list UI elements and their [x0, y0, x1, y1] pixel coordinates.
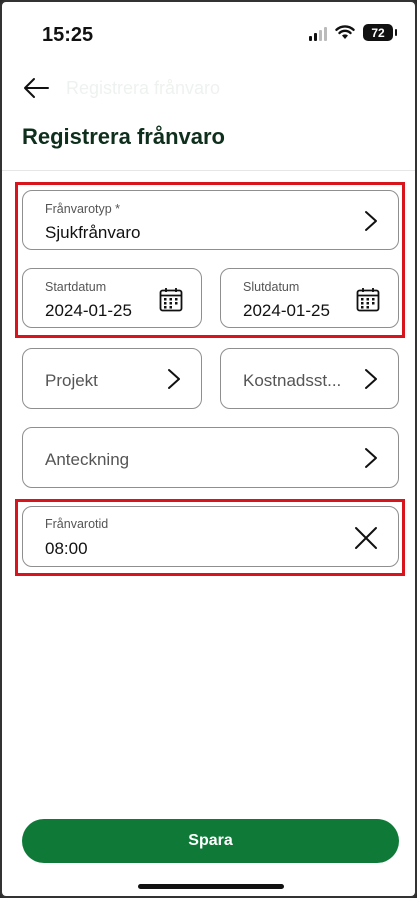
absence-time-label: Frånvarotid: [45, 517, 109, 531]
close-icon[interactable]: [354, 526, 378, 550]
wifi-icon: [335, 25, 355, 39]
start-date-label: Startdatum: [45, 280, 107, 294]
chevron-right-icon: [365, 211, 377, 231]
note-field[interactable]: Anteckning: [22, 427, 399, 488]
header-divider: [2, 170, 415, 171]
chevron-right-icon: [365, 369, 377, 389]
note-placeholder: Anteckning: [45, 450, 130, 469]
arrow-left-icon[interactable]: [22, 74, 50, 102]
calendar-icon[interactable]: [159, 287, 183, 312]
status-bar: 15:25 72: [2, 2, 415, 62]
chevron-right-icon: [365, 448, 377, 468]
calendar-icon[interactable]: [356, 287, 380, 312]
absence-time-field[interactable]: Frånvarotid 08:00: [22, 506, 399, 567]
project-placeholder: Projekt: [45, 371, 98, 390]
absence-type-label: Frånvarotyp *: [45, 202, 121, 216]
end-date-field[interactable]: Slutdatum 2024-01-25: [220, 268, 399, 328]
end-date-value: 2024-01-25: [243, 301, 330, 320]
status-icons: 72: [309, 24, 397, 41]
absence-type-value: Sjukfrånvaro: [45, 223, 141, 242]
signal-icon: [309, 25, 327, 41]
page-title: Registrera frånvaro: [22, 124, 225, 149]
nav-title: Registrera frånvaro: [66, 78, 221, 98]
cost-center-field[interactable]: Kostnadsst...: [220, 348, 399, 409]
battery-icon: 72: [363, 24, 397, 41]
status-time: 15:25: [42, 24, 94, 46]
absence-time-value: 08:00: [45, 539, 88, 558]
start-date-field[interactable]: Startdatum 2024-01-25: [22, 268, 202, 328]
phone-screen: 15:25 72 Registrera frånvaro Registrera …: [0, 0, 417, 898]
cost-center-placeholder: Kostnadsst...: [243, 371, 342, 390]
project-field[interactable]: Projekt: [22, 348, 202, 409]
chevron-right-icon: [168, 369, 180, 389]
start-date-value: 2024-01-25: [45, 301, 132, 320]
home-indicator: [138, 884, 284, 889]
save-button[interactable]: Spara: [22, 819, 399, 863]
top-nav: Registrera frånvaro: [2, 72, 415, 108]
absence-type-field[interactable]: Frånvarotyp * Sjukfrånvaro: [22, 190, 399, 250]
end-date-label: Slutdatum: [243, 280, 300, 294]
